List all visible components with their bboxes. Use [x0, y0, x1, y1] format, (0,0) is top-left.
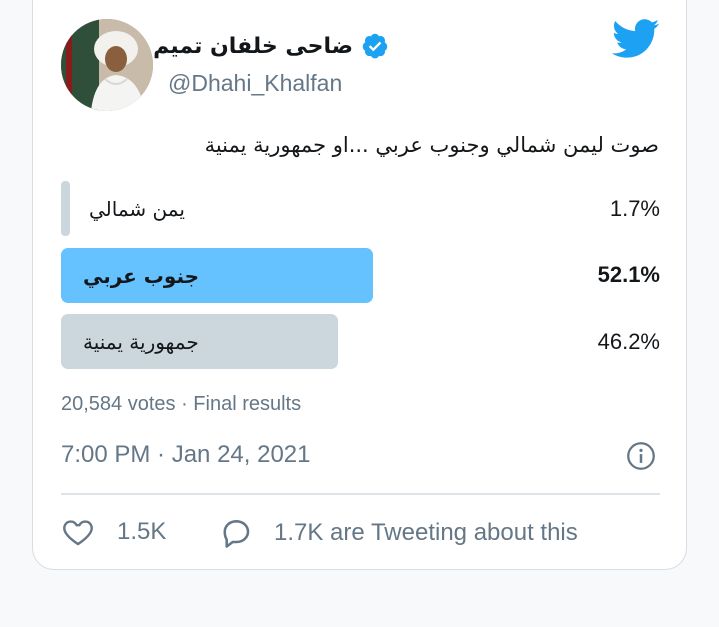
divider: [61, 493, 660, 495]
heart-icon[interactable]: [61, 515, 95, 549]
poll-option: يمن شمالي: [61, 181, 660, 236]
author-handle[interactable]: @Dhahi_Khalfan: [168, 70, 342, 97]
poll-option-percent: 46.2%: [597, 329, 660, 354]
poll-summary: 20,584 votes · Final results: [61, 393, 302, 415]
poll-option: جنوب عربي: [61, 248, 660, 303]
tweeting-about-action[interactable]: 1.7K are Tweeting about this: [218, 515, 578, 551]
verified-badge-icon: [362, 33, 388, 59]
like-count: 1.5K: [117, 518, 167, 545]
poll-option-percent: 1.7%: [609, 196, 660, 221]
like-action[interactable]: 1.5K: [61, 515, 166, 549]
poll-option-label: جنوب عربي: [83, 263, 200, 288]
author-name-row[interactable]: ضاحى خلفان تميم: [153, 32, 389, 60]
avatar[interactable]: [61, 19, 153, 111]
tweet-text: صوت ليمن شمالي وجنوب عربي ...او جمهورية …: [204, 133, 659, 157]
poll-bar: [61, 181, 70, 236]
poll-option-percent: 52.1%: [597, 262, 660, 287]
poll-option: جمهورية يمنية: [61, 314, 660, 369]
tweet-timestamp[interactable]: 7:00 PM · Jan 24, 2021: [61, 441, 311, 469]
poll-option-label: يمن شمالي: [89, 196, 185, 221]
poll-option-label: جمهورية يمنية: [83, 329, 199, 354]
avatar-photo: [61, 19, 153, 111]
speech-bubble-icon[interactable]: [218, 515, 254, 551]
twitter-bird-icon[interactable]: [612, 19, 660, 59]
author-display-name[interactable]: ضاحى خلفان تميم: [153, 34, 353, 59]
info-icon[interactable]: [626, 441, 656, 471]
tweeting-about-text: 1.7K are Tweeting about this: [274, 519, 578, 546]
